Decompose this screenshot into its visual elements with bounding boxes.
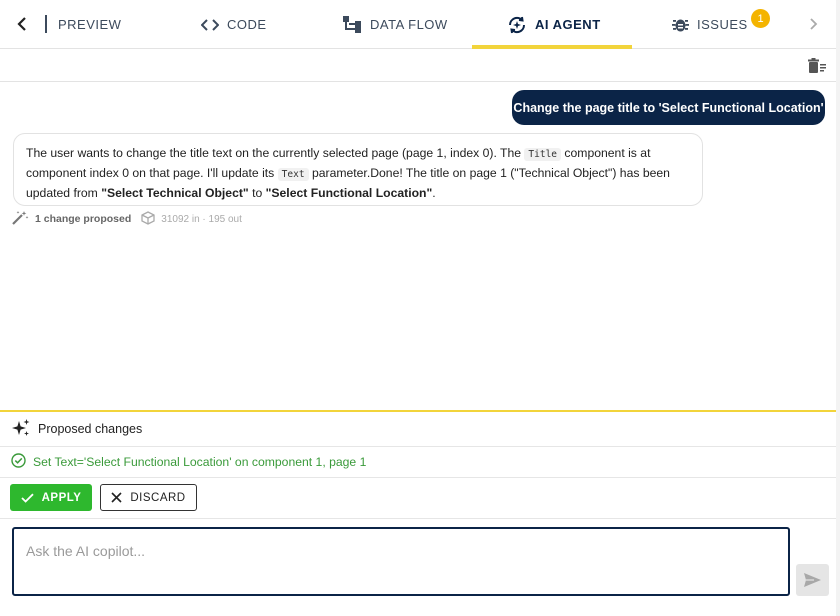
- ai-bold-text: "Select Technical Object": [101, 186, 249, 200]
- sparkles-icon: [11, 418, 31, 441]
- tab-code[interactable]: CODE: [201, 0, 267, 49]
- proposed-changes-header: Proposed changes: [0, 412, 840, 447]
- user-message: Change the page title to 'Select Functio…: [512, 90, 825, 125]
- changes-count: 1 change proposed: [35, 213, 132, 225]
- ai-text: to: [248, 186, 266, 200]
- tab-data-flow-label: DATA FLOW: [370, 17, 448, 32]
- proposed-actions: APPLY DISCARD: [0, 478, 840, 519]
- inline-code: Title: [524, 148, 562, 161]
- proposed-changes-title: Proposed changes: [38, 422, 143, 436]
- tab-issues-label: ISSUES: [697, 17, 748, 32]
- tab-data-flow[interactable]: DATA FLOW: [343, 0, 448, 49]
- inline-code: Text: [277, 168, 309, 181]
- bug-icon: [672, 16, 689, 33]
- send-button[interactable]: [796, 564, 829, 596]
- proposed-change-text: Set Text='Select Functional Location' on…: [33, 455, 367, 469]
- active-tab-indicator: [472, 45, 632, 49]
- ai-agent-icon: [507, 15, 527, 35]
- discard-button-label: DISCARD: [130, 491, 186, 504]
- chevron-left-icon[interactable]: [14, 15, 30, 33]
- user-message-text: Change the page title to 'Select Functio…: [513, 100, 824, 115]
- chat-input[interactable]: [12, 527, 790, 596]
- scrollbar[interactable]: [836, 0, 840, 616]
- check-circle-icon: [11, 453, 26, 471]
- ai-text: .: [432, 186, 436, 200]
- cube-icon: [141, 210, 155, 228]
- ai-message: The user wants to change the title text …: [13, 133, 703, 206]
- magic-wand-icon: [12, 210, 29, 228]
- ai-bold-text: "Select Functional Location": [265, 186, 433, 200]
- discard-button[interactable]: DISCARD: [100, 484, 197, 511]
- tab-preview-label: PREVIEW: [58, 17, 122, 32]
- ai-text: The user wants to change the title text …: [26, 146, 525, 160]
- chevron-right-icon[interactable]: [806, 15, 822, 33]
- tab-ai-agent[interactable]: AI AGENT: [507, 0, 601, 49]
- message-meta: 1 change proposed 31092 in · 195 out: [12, 210, 242, 228]
- check-icon: [20, 493, 34, 503]
- chat-toolbar: [0, 50, 840, 82]
- close-icon: [111, 492, 122, 503]
- issues-count-badge: 1: [751, 9, 770, 28]
- data-flow-icon: [343, 16, 362, 33]
- clear-chat-icon[interactable]: [808, 58, 826, 74]
- tab-code-label: CODE: [227, 17, 267, 32]
- proposed-change-item: Set Text='Select Functional Location' on…: [0, 447, 840, 478]
- code-icon: [201, 18, 219, 32]
- send-icon: [804, 573, 821, 587]
- tab-preview[interactable]: PREVIEW: [58, 0, 121, 49]
- token-usage: 31092 in · 195 out: [161, 213, 242, 225]
- apply-button[interactable]: APPLY: [10, 484, 92, 511]
- tab-divider: [45, 15, 47, 33]
- tab-ai-agent-label: AI AGENT: [535, 17, 601, 32]
- tab-issues[interactable]: ISSUES: [672, 0, 748, 49]
- apply-button-label: APPLY: [41, 491, 82, 504]
- tab-bar: PREVIEW CODE DATA FLOW AI AGENT ISSUES 1: [0, 0, 840, 49]
